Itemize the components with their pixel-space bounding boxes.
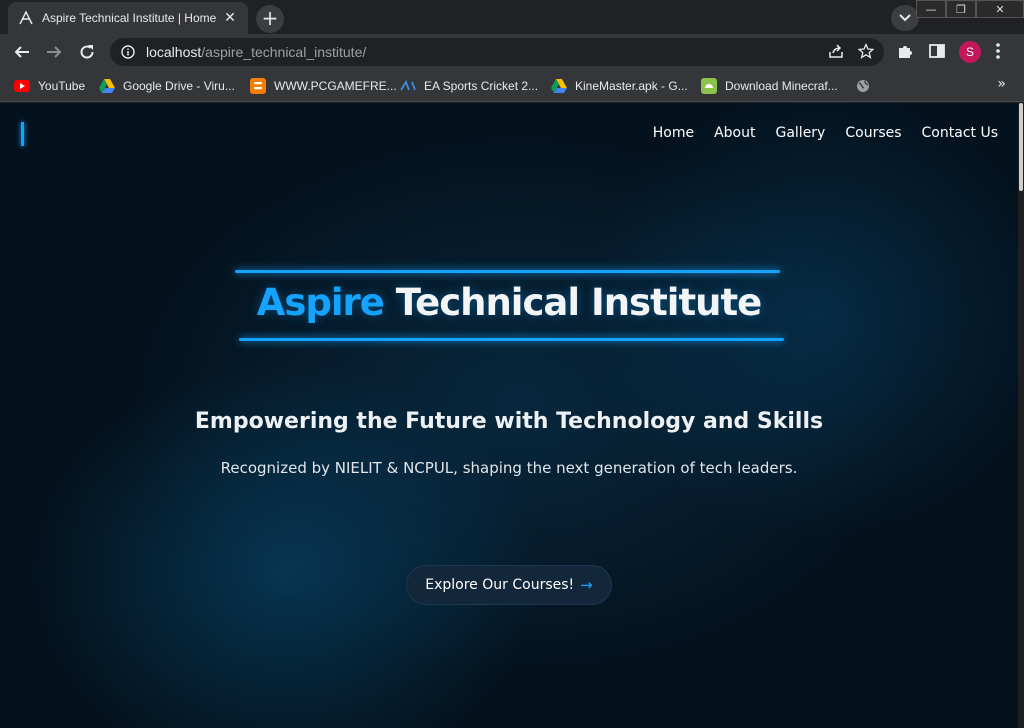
- extensions-puzzle-icon[interactable]: [896, 43, 914, 65]
- arrow-right-icon: [47, 46, 62, 58]
- url-host: localhost: [146, 44, 202, 60]
- hero-subtitle: Empowering the Future with Technology an…: [194, 409, 824, 434]
- bookmark-ea-sports-cricket[interactable]: EA Sports Cricket 2...: [400, 77, 538, 95]
- bookmarks-overflow-button[interactable]: »: [997, 76, 1006, 92]
- site-logo[interactable]: [21, 122, 24, 146]
- side-panel-icon[interactable]: [929, 43, 945, 63]
- page-viewport: Home About Gallery Courses Contact Us As…: [0, 103, 1018, 728]
- nav-gallery[interactable]: Gallery: [775, 125, 825, 141]
- bookmark-youtube[interactable]: YouTube: [14, 77, 85, 95]
- url-path: /aspire_technical_institute/: [201, 44, 367, 60]
- blogger-icon: [250, 78, 266, 94]
- back-button[interactable]: [10, 40, 34, 64]
- browser-titlebar: Aspire Technical Institute | Home ✕ + — …: [0, 0, 1024, 34]
- address-bar[interactable]: localhost/aspire_technical_institute/: [110, 38, 884, 66]
- kebab-menu-icon[interactable]: [995, 42, 1001, 64]
- browser-toolbar: localhost/aspire_technical_institute/ S: [0, 34, 1024, 70]
- bookmark-globe[interactable]: [855, 77, 879, 95]
- bookmark-google-drive[interactable]: Google Drive - Viru...: [99, 77, 235, 95]
- nav-courses[interactable]: Courses: [845, 125, 901, 141]
- site-nav: Home About Gallery Courses Contact Us: [653, 125, 998, 141]
- tab-search-button[interactable]: [891, 5, 919, 31]
- bookmark-label: KineMaster.apk - G...: [575, 79, 688, 93]
- browser-tab[interactable]: Aspire Technical Institute | Home ✕: [8, 2, 248, 34]
- bookmark-label: WWW.PCGAMEFRE...: [274, 79, 397, 93]
- hero-top-line: [235, 270, 780, 273]
- nav-home[interactable]: Home: [653, 125, 694, 141]
- hero-title-accent: Aspire: [256, 281, 385, 324]
- android-icon: [701, 78, 717, 94]
- page-scrollbar[interactable]: [1018, 103, 1024, 728]
- hero-title: Aspire Technical Institute: [0, 281, 1018, 324]
- share-icon[interactable]: [828, 43, 844, 63]
- hero-description: Recognized by NIELIT & NCPUL, shaping th…: [220, 459, 798, 477]
- nav-about[interactable]: About: [714, 125, 755, 141]
- arrow-left-icon: [14, 46, 29, 58]
- explore-courses-button[interactable]: Explore Our Courses! →: [406, 565, 612, 605]
- url-text[interactable]: localhost/aspire_technical_institute/: [146, 44, 366, 60]
- restore-button[interactable]: ❐: [946, 0, 976, 18]
- bookmark-star-icon[interactable]: [857, 42, 875, 63]
- site-favicon-icon: [18, 10, 34, 26]
- ea-icon: [400, 78, 416, 94]
- hero-bottom-line: [239, 338, 784, 341]
- bookmark-label: YouTube: [38, 79, 86, 93]
- bookmark-kinemaster[interactable]: KineMaster.apk - G...: [551, 77, 688, 95]
- nav-contact-us[interactable]: Contact Us: [922, 125, 998, 141]
- info-icon[interactable]: [120, 44, 136, 60]
- youtube-icon: [14, 78, 30, 94]
- google-drive-icon: [551, 78, 567, 94]
- reload-button[interactable]: [75, 40, 99, 64]
- globe-icon: [855, 78, 871, 94]
- arrow-right-icon: →: [580, 576, 593, 594]
- close-window-button[interactable]: ✕: [976, 0, 1024, 18]
- bookmark-minecraft[interactable]: Download Minecraf...: [701, 77, 838, 95]
- bookmark-label: Download Minecraf...: [725, 79, 838, 93]
- forward-button[interactable]: [42, 40, 66, 64]
- bookmarks-bar: YouTube Google Drive - Viru... WWW.PCGAM…: [0, 70, 1024, 102]
- reload-icon: [80, 45, 94, 59]
- google-drive-icon: [99, 78, 115, 94]
- bookmark-pcgamefree[interactable]: WWW.PCGAMEFRE...: [250, 77, 397, 95]
- tab-title: Aspire Technical Institute | Home: [42, 11, 217, 25]
- minimize-button[interactable]: —: [916, 0, 946, 18]
- profile-avatar[interactable]: S: [959, 41, 981, 63]
- tab-close-icon[interactable]: ✕: [222, 10, 238, 26]
- window-controls: — ❐ ✕: [916, 0, 1024, 18]
- bookmark-label: EA Sports Cricket 2...: [424, 79, 539, 93]
- bookmark-label: Google Drive - Viru...: [123, 79, 235, 93]
- new-tab-button[interactable]: +: [256, 5, 284, 33]
- hero-title-rest: Technical Institute: [383, 281, 763, 324]
- scrollbar-thumb[interactable]: [1019, 103, 1023, 191]
- cta-label: Explore Our Courses!: [425, 577, 575, 593]
- chevron-down-icon: [899, 14, 911, 22]
